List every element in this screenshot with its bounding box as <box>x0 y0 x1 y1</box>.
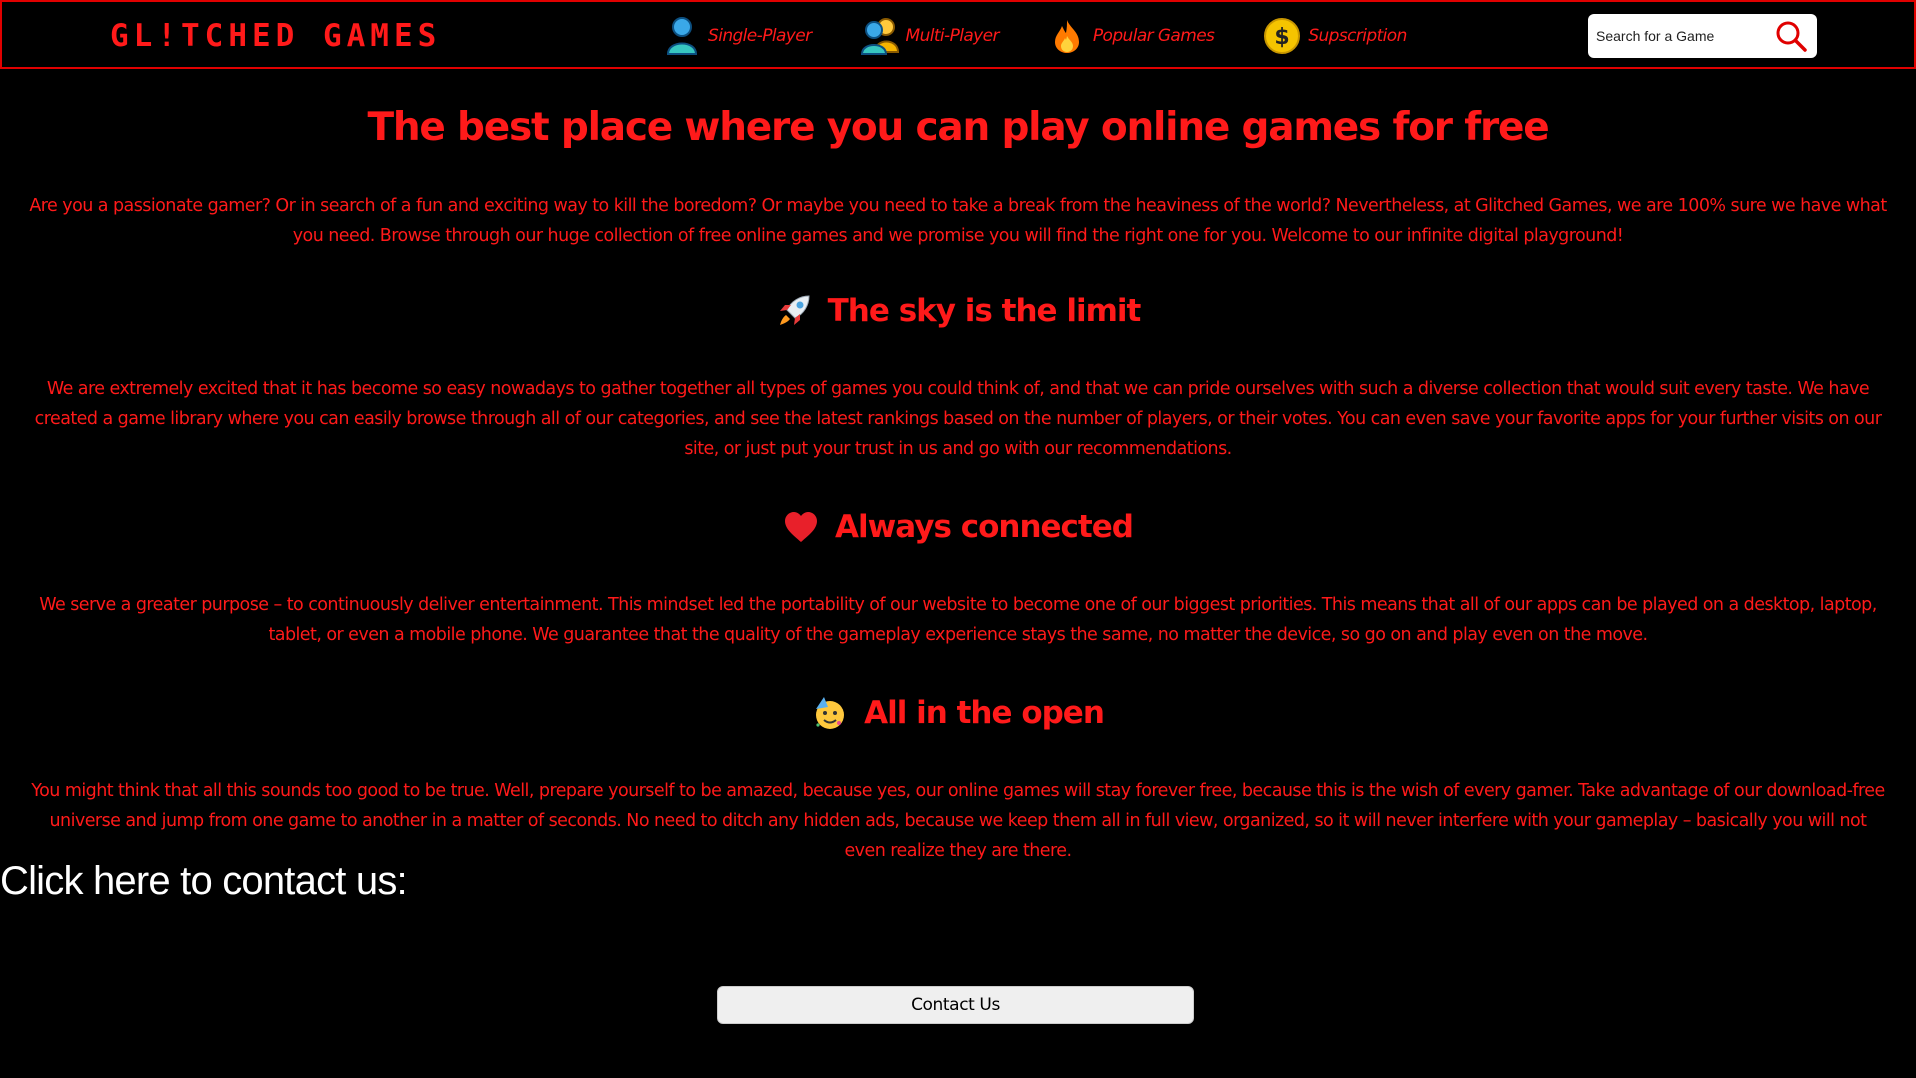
nav-label: Multi-Player <box>905 26 1000 46</box>
page-title: The best place where you can play online… <box>367 105 1549 150</box>
section-paragraph: We are extremely excited that it has bec… <box>34 379 1882 459</box>
section-paragraph: You might think that all this sounds too… <box>31 781 1885 861</box>
nav-label: Popular Games <box>1092 26 1215 46</box>
section-heading: Always connected <box>0 509 1916 545</box>
search-box <box>1588 14 1817 58</box>
rocket-icon <box>776 293 812 329</box>
contact-title: Click here to contact us: <box>0 859 408 903</box>
nav-single-player[interactable]: Single-Player <box>662 16 812 56</box>
fire-icon <box>1047 16 1087 56</box>
nav-label: Supscription <box>1308 26 1407 46</box>
dollar-coin-icon: $ <box>1262 16 1302 56</box>
section-paragraph: We serve a greater purpose – to continuo… <box>39 595 1877 645</box>
nav-links: Single-Player Multi-Player Popular Games… <box>662 14 1455 58</box>
site-logo[interactable]: GL!TCHED GAMES <box>110 16 441 56</box>
multi-player-icon <box>860 16 900 56</box>
section-heading: All in the open <box>0 695 1916 731</box>
section-heading-text: All in the open <box>864 695 1105 731</box>
nav-subscription[interactable]: $ Supscription <box>1262 16 1407 56</box>
party-face-icon <box>812 695 848 731</box>
nav-multi-player[interactable]: Multi-Player <box>860 16 999 56</box>
section-heading-text: The sky is the limit <box>827 293 1142 329</box>
single-player-icon <box>662 16 702 56</box>
contact-us-button[interactable]: Contact Us <box>717 986 1194 1024</box>
section-heading: The sky is the limit <box>0 293 1916 329</box>
search-input[interactable] <box>1596 28 1766 44</box>
nav-label: Single-Player <box>708 26 812 46</box>
intro-paragraph: Are you a passionate gamer? Or in search… <box>29 196 1887 246</box>
heart-icon <box>783 510 819 544</box>
nav-popular-games[interactable]: Popular Games <box>1047 16 1215 56</box>
search-icon[interactable] <box>1775 20 1807 52</box>
svg-text:$: $ <box>1275 25 1290 50</box>
navbar: GL!TCHED GAMES Single-Player Multi-Playe… <box>0 0 1916 69</box>
section-heading-text: Always connected <box>835 509 1134 545</box>
